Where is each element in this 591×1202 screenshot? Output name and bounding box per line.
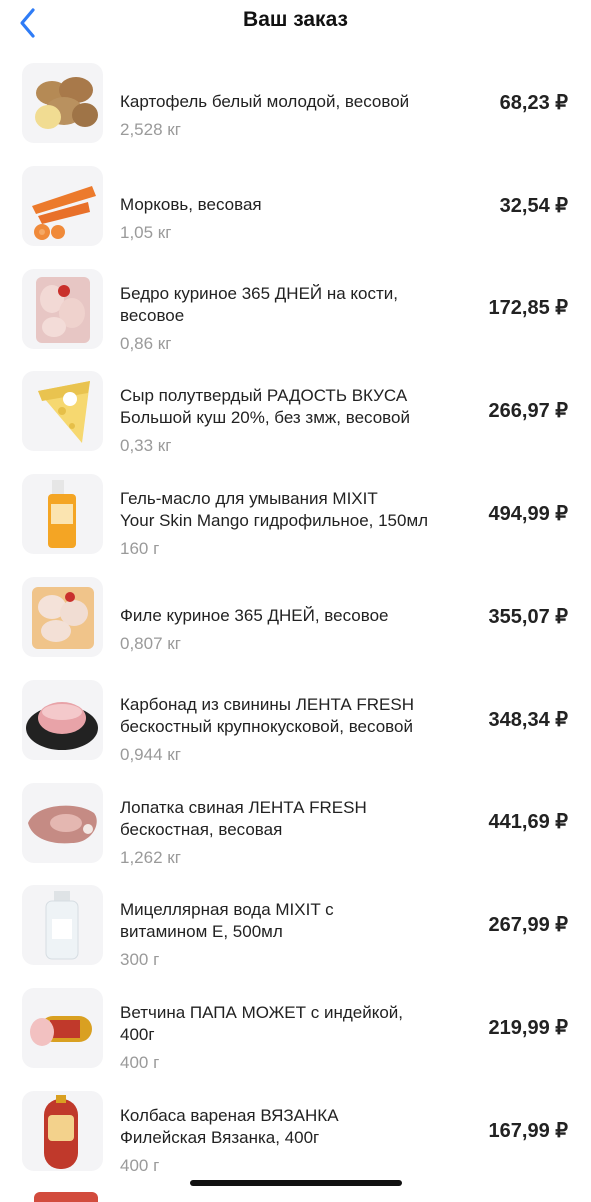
product-name-line: Филейская Вязанка, 400г bbox=[120, 1127, 320, 1147]
order-item[interactable]: Сыр полутвердый РАДОСТЬ ВКУСА Большой куш… bbox=[0, 359, 591, 462]
product-quantity: 160 г bbox=[120, 539, 160, 559]
product-quantity: 400 г bbox=[120, 1053, 160, 1073]
product-info: Ветчина ПАПА МОЖЕТ с индейкой, 400г 400 г bbox=[120, 1002, 454, 1074]
product-name-line: Карбонад из свинины ЛЕНТА FRESH bbox=[120, 694, 415, 714]
order-item[interactable]: Мицеллярная вода MIXIT с витамином Е, 500… bbox=[0, 873, 591, 976]
product-name-line: Лопатка свиная ЛЕНТА FRESH bbox=[120, 797, 367, 817]
product-thumbnail bbox=[22, 165, 103, 246]
product-quantity: 400 г bbox=[120, 1155, 160, 1175]
product-info: Гель-масло для умывания MIXIT Your Skin M… bbox=[120, 488, 454, 560]
next-item-thumbnail-peek bbox=[34, 1192, 98, 1202]
product-quantity: 0,944 кг bbox=[120, 744, 181, 764]
order-item[interactable]: Колбаса вареная ВЯЗАНКА Филейская Вязанка… bbox=[0, 1079, 591, 1182]
product-info: Бедро куриное 365 ДНЕЙ на кости, весовое 0… bbox=[120, 283, 454, 355]
product-name-line: Мицеллярная вода MIXIT с bbox=[120, 900, 334, 920]
order-item[interactable]: Ветчина ПАПА МОЖЕТ с индейкой, 400г 400 г 2… bbox=[0, 976, 591, 1079]
product-name-line: Картофель белый молодой, весовой bbox=[120, 92, 410, 111]
product-name-line: 400г bbox=[120, 1025, 155, 1045]
product-quantity: 0,33 кг bbox=[120, 436, 172, 456]
page-title: Ваш заказ bbox=[243, 8, 348, 31]
order-item[interactable]: Картофель белый молодой, весовой 2,528 кг… bbox=[0, 51, 591, 154]
home-indicator bbox=[190, 1180, 402, 1186]
product-price: 68,23 ₽ bbox=[499, 91, 568, 114]
product-quantity: 0,807 кг bbox=[120, 633, 181, 653]
product-name-line: Филе куриное 365 ДНЕЙ, весовое bbox=[120, 605, 389, 625]
product-info: Морковь, весовая 1,05 кг bbox=[120, 194, 454, 244]
order-item[interactable]: Лопатка свиная ЛЕНТА FRESH бескостная, ве… bbox=[0, 771, 591, 874]
product-name-line: весовое bbox=[120, 305, 185, 325]
product-thumbnail bbox=[22, 988, 103, 1069]
product-thumbnail bbox=[22, 782, 103, 863]
product-quantity: 1,262 кг bbox=[120, 847, 181, 867]
product-thumbnail bbox=[22, 1090, 103, 1171]
product-name-line: Бедро куриное 365 ДНЕЙ на кости, bbox=[120, 283, 399, 303]
product-thumbnail bbox=[22, 268, 103, 349]
product-quantity: 1,05 кг bbox=[120, 222, 172, 242]
product-thumbnail bbox=[22, 885, 103, 966]
product-name-line: Сыр полутвердый РАДОСТЬ ВКУСА bbox=[120, 386, 408, 406]
order-items-list: Картофель белый молодой, весовой 2,528 кг… bbox=[0, 51, 591, 1182]
product-name-line: Колбаса вареная ВЯЗАНКА bbox=[120, 1105, 339, 1125]
product-info: Карбонад из свинины ЛЕНТА FRESH бескостны… bbox=[120, 694, 454, 766]
product-thumbnail bbox=[22, 474, 103, 555]
order-item[interactable]: Карбонад из свинины ЛЕНТА FRESH бескостны… bbox=[0, 668, 591, 771]
product-thumbnail bbox=[22, 576, 103, 657]
product-info: Филе куриное 365 ДНЕЙ, весовое 0,807 кг bbox=[120, 605, 454, 655]
product-name-line: бескостная, весовая bbox=[120, 819, 283, 839]
product-price: 167,99 ₽ bbox=[488, 1119, 568, 1142]
product-price: 494,99 ₽ bbox=[488, 503, 568, 526]
product-name-line: Your Skin Mango гидрофильное, 150мл bbox=[120, 511, 429, 531]
product-info: Мицеллярная вода MIXIT с витамином Е, 500… bbox=[120, 899, 454, 971]
product-thumbnail bbox=[22, 371, 103, 452]
product-name-line: Ветчина ПАПА МОЖЕТ с индейкой, bbox=[120, 1003, 404, 1023]
product-price: 219,99 ₽ bbox=[488, 1017, 568, 1040]
product-price: 441,69 ₽ bbox=[488, 811, 568, 834]
product-thumbnail bbox=[22, 679, 103, 760]
product-info: Картофель белый молодой, весовой 2,528 кг bbox=[120, 91, 454, 141]
product-price: 32,54 ₽ bbox=[499, 194, 568, 217]
product-name-line: Морковь, весовая bbox=[120, 194, 262, 214]
product-name-line: витамином Е, 500мл bbox=[120, 922, 283, 942]
order-item[interactable]: Бедро куриное 365 ДНЕЙ на кости, весовое 0… bbox=[0, 257, 591, 360]
product-quantity: 0,86 кг bbox=[120, 333, 172, 353]
product-info: Лопатка свиная ЛЕНТА FRESH бескостная, ве… bbox=[120, 797, 454, 869]
product-price: 266,97 ₽ bbox=[488, 400, 568, 423]
product-price: 172,85 ₽ bbox=[488, 297, 568, 320]
order-item[interactable]: Филе куриное 365 ДНЕЙ, весовое 0,807 кг 35… bbox=[0, 565, 591, 668]
product-name-line: Большой куш 20%, без змж, весовой bbox=[120, 408, 410, 428]
product-price: 348,34 ₽ bbox=[488, 708, 568, 731]
product-price: 267,99 ₽ bbox=[488, 914, 568, 937]
product-price: 355,07 ₽ bbox=[488, 605, 568, 628]
product-name-line: Гель-масло для умывания MIXIT bbox=[120, 489, 378, 509]
product-quantity: 2,528 кг bbox=[120, 120, 181, 139]
header: Ваш заказ bbox=[0, 0, 591, 50]
product-info: Сыр полутвердый РАДОСТЬ ВКУСА Большой куш… bbox=[120, 385, 454, 457]
product-info: Колбаса вареная ВЯЗАНКА Филейская Вязанка… bbox=[120, 1105, 454, 1177]
product-thumbnail bbox=[22, 63, 103, 143]
product-quantity: 300 г bbox=[120, 950, 160, 970]
product-name-line: бескостный крупнокусковой, весовой bbox=[120, 716, 413, 736]
order-item[interactable]: Гель-масло для умывания MIXIT Your Skin M… bbox=[0, 462, 591, 565]
order-item[interactable]: Морковь, весовая 1,05 кг 32,54 ₽ bbox=[0, 154, 591, 257]
